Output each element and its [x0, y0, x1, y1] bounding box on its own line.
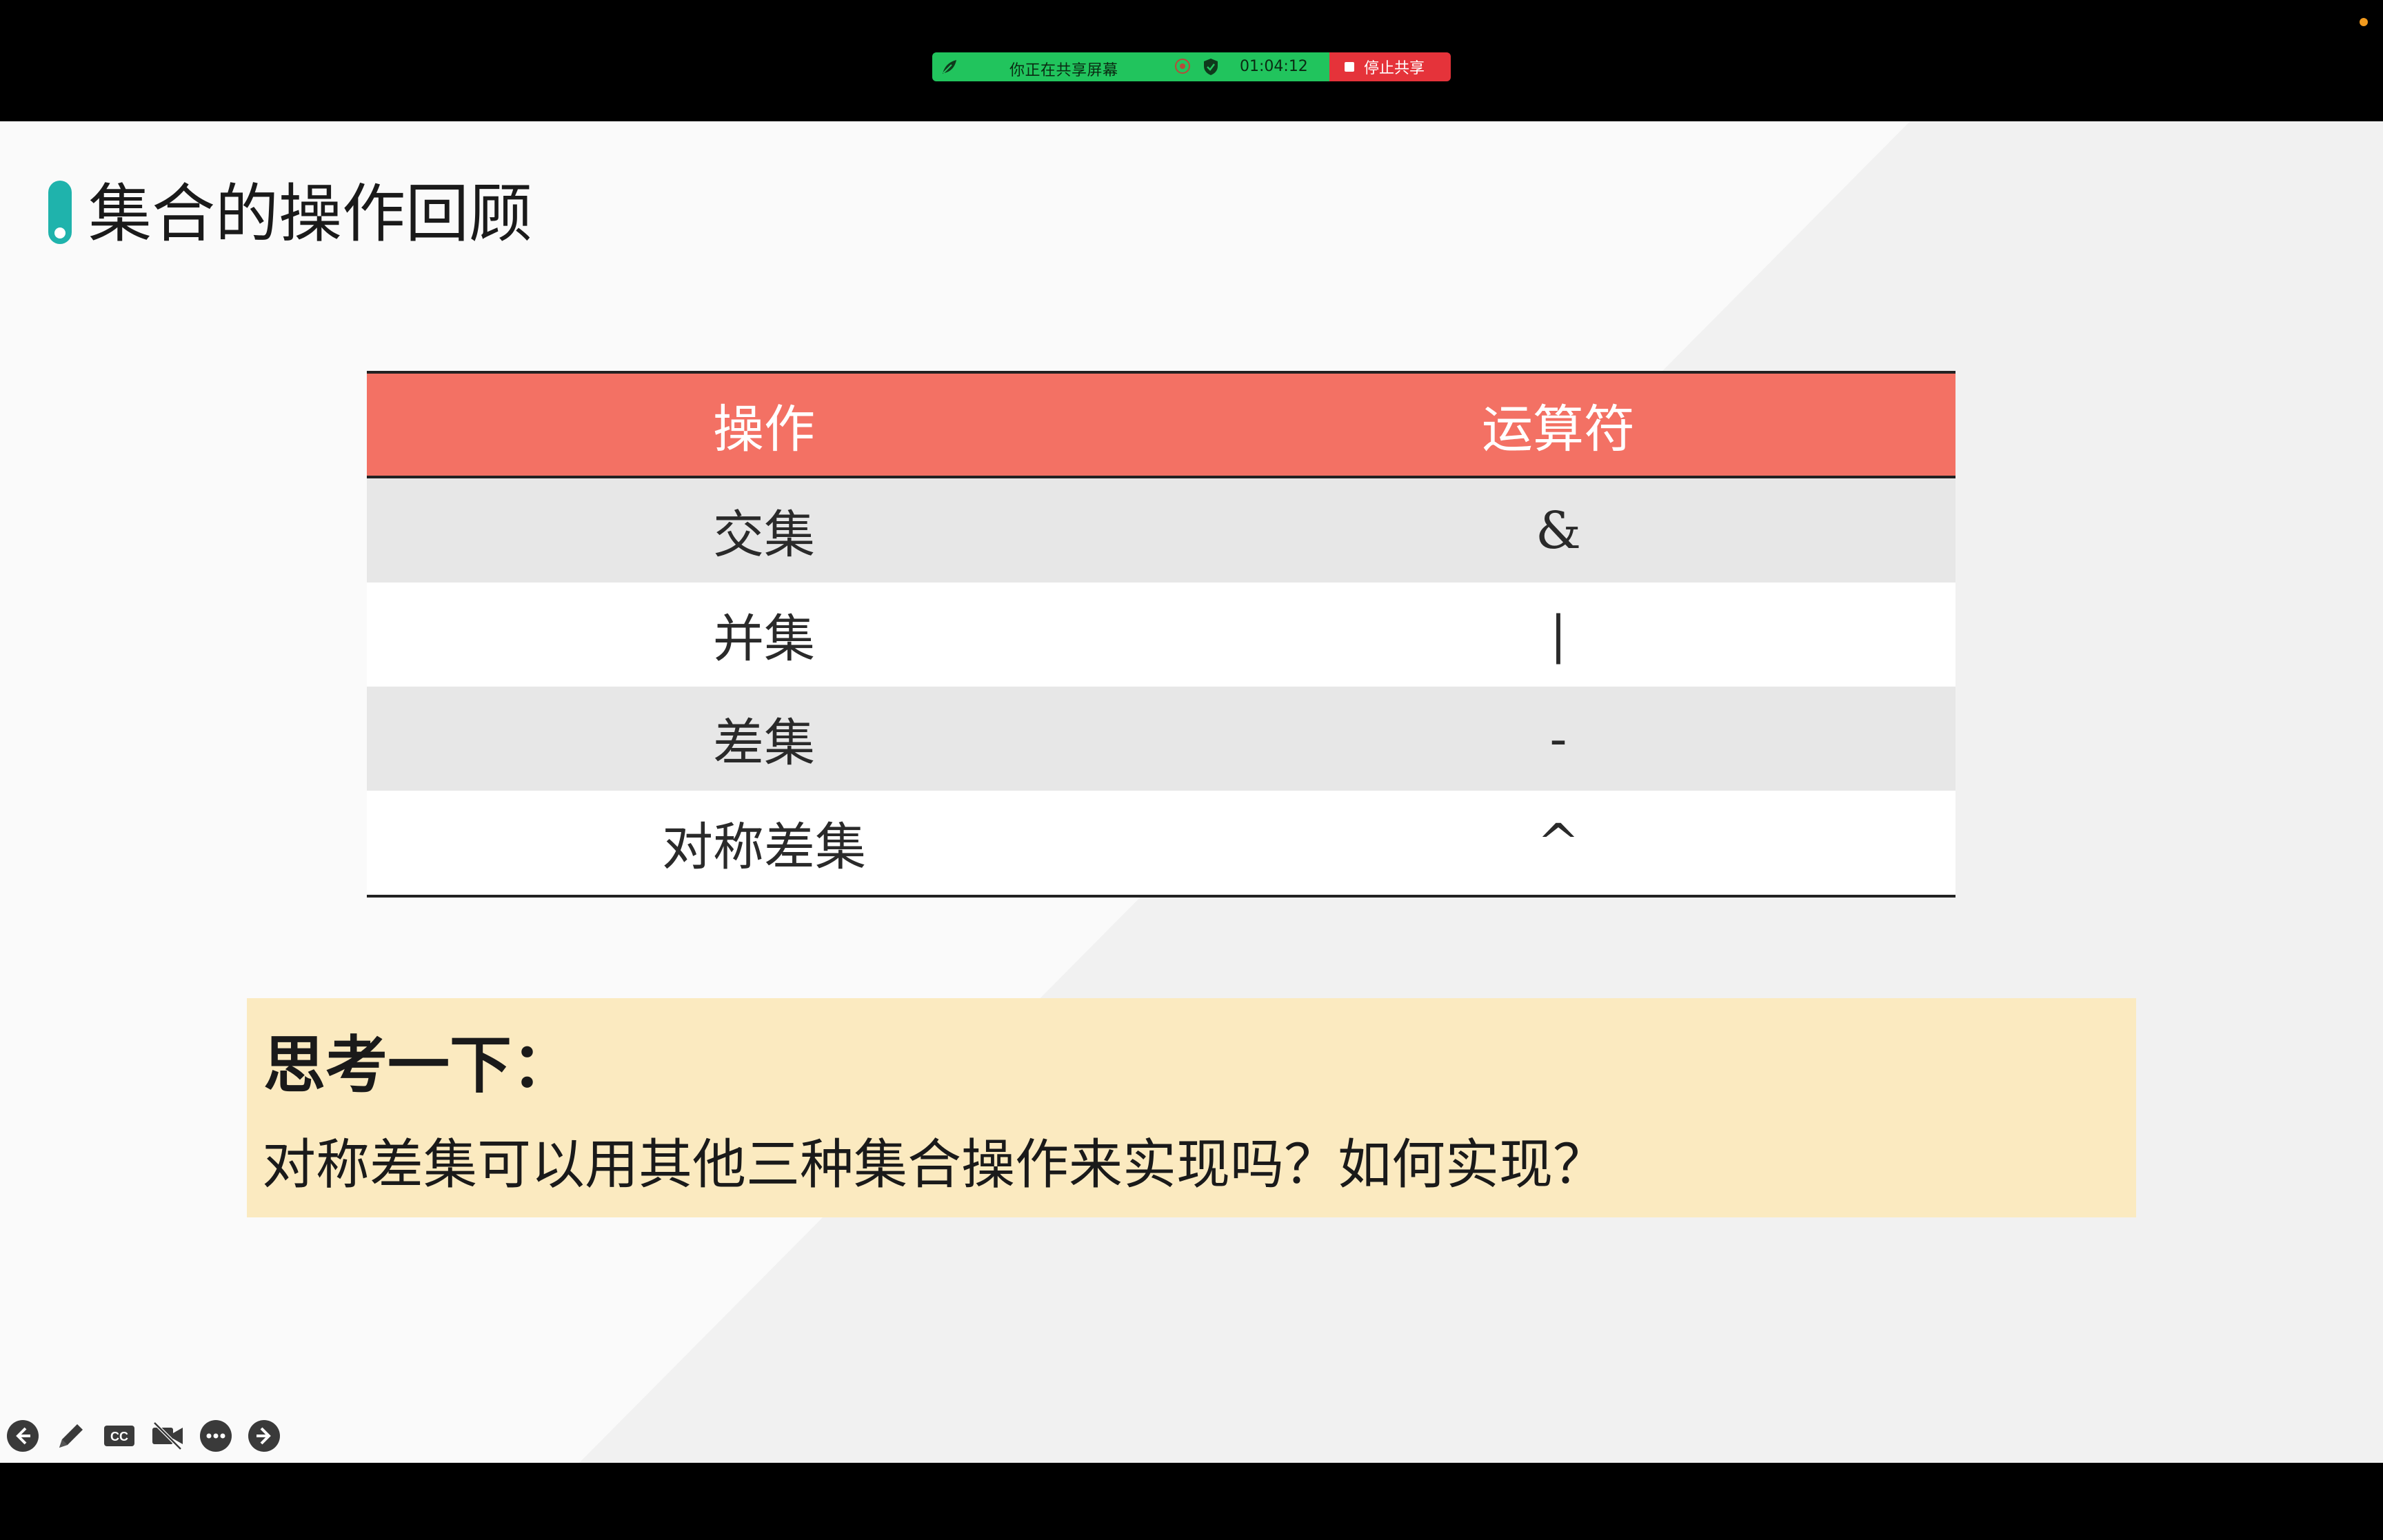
back-icon	[7, 1420, 39, 1452]
video-toggle-button[interactable]	[150, 1419, 185, 1453]
table-row: 差集 -	[367, 687, 1955, 791]
operator-cell: |	[1549, 605, 1567, 665]
pen-icon	[59, 1424, 83, 1448]
slide-title: 集合的操作回顾	[88, 177, 533, 251]
table-row: 并集 |	[367, 582, 1955, 687]
captions-button[interactable]: CC	[102, 1419, 137, 1453]
operator-cell: ^	[1536, 813, 1580, 873]
operator-cell: -	[1549, 709, 1567, 769]
think-title: 思考一下：	[263, 1029, 574, 1102]
table-header-row: 操作 运算符	[367, 371, 1955, 478]
think-question: 对称差集可以用其他三种集合操作来实现吗？如何实现？	[262, 1134, 1607, 1196]
share-timer: 01:04:12	[1240, 58, 1308, 75]
operation-cell: 交集	[713, 505, 815, 565]
next-slide-button[interactable]	[247, 1419, 281, 1453]
stop-icon	[1345, 62, 1354, 72]
bottom-bar	[0, 1463, 2383, 1540]
think-callout: 思考一下： 对称差集可以用其他三种集合操作来实现吗？如何实现？	[247, 998, 2136, 1217]
cc-icon: CC	[104, 1426, 134, 1446]
stop-sharing-label: 停止共享	[1364, 60, 1425, 77]
more-icon	[200, 1420, 232, 1452]
share-status-area[interactable]: 你正在共享屏幕 01:04:12	[932, 52, 1329, 81]
operator-cell: &	[1536, 500, 1581, 560]
shield-check-icon[interactable]	[1203, 58, 1219, 76]
stop-sharing-button[interactable]: 停止共享	[1329, 52, 1451, 81]
operation-cell: 差集	[713, 713, 815, 773]
video-off-icon	[152, 1421, 183, 1450]
previous-slide-button[interactable]	[6, 1419, 40, 1453]
leaf-icon	[943, 60, 956, 74]
forward-icon	[248, 1420, 280, 1452]
operation-cell: 对称差集	[662, 818, 866, 877]
sharing-status-text: 你正在共享屏幕	[1009, 62, 1118, 79]
record-icon[interactable]	[1175, 59, 1190, 74]
svg-text:CC: CC	[110, 1430, 128, 1443]
table-row: 对称差集 ^	[367, 791, 1955, 898]
more-options-button[interactable]	[199, 1419, 233, 1453]
set-operations-table: 操作 运算符 交集 & 并集 | 差集 - 对称差集 ^	[367, 371, 1955, 898]
presentation-slide: 集合的操作回顾 操作 运算符 交集 & 并集 | 差集 - 对称差集 ^ 思考一…	[0, 121, 2383, 1463]
screen: 你正在共享屏幕 01:04:12 停止共享 集合的操作回顾 操作 运算符 交集 …	[0, 0, 2383, 1540]
mic-indicator-icon	[2360, 18, 2368, 26]
slide-controls: CC	[6, 1419, 281, 1453]
screen-share-toolbar: 你正在共享屏幕 01:04:12 停止共享	[932, 52, 1451, 81]
top-bar: 你正在共享屏幕 01:04:12 停止共享	[0, 0, 2383, 121]
operation-cell: 并集	[713, 609, 815, 669]
header-operation: 操作	[713, 399, 815, 459]
pen-tool-button[interactable]	[54, 1419, 88, 1453]
title-accent-icon	[48, 181, 72, 244]
table-row: 交集 &	[367, 478, 1955, 582]
header-operator: 运算符	[1482, 399, 1635, 459]
